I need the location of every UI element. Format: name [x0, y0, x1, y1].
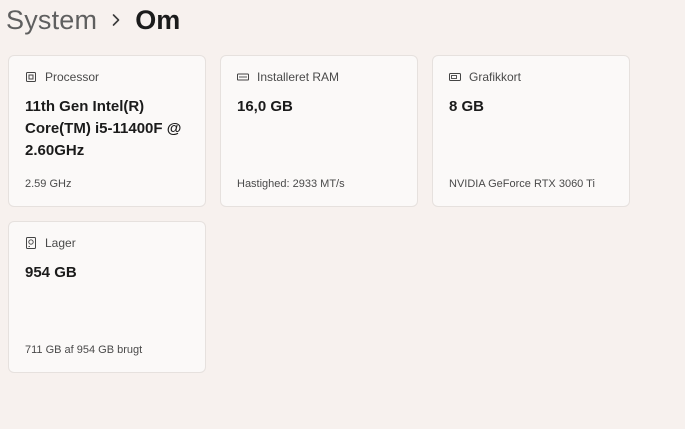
ram-card: Installeret RAM 16,0 GB Hastighed: 2933 … — [220, 55, 418, 207]
graphics-name: NVIDIA GeForce RTX 3060 Ti — [449, 178, 595, 190]
graphics-label: Grafikkort — [469, 70, 522, 84]
ram-label: Installeret RAM — [257, 70, 340, 84]
page-title: Om — [135, 4, 181, 35]
ram-icon — [237, 71, 249, 83]
storage-label: Lager — [45, 236, 76, 250]
storage-value: 954 GB — [25, 264, 77, 281]
processor-card: Processor 11th Gen Intel(R) Core(TM) i5-… — [8, 55, 206, 207]
storage-usage: 711 GB af 954 GB brugt — [25, 344, 143, 356]
storage-icon — [25, 237, 37, 249]
processor-value: 11th Gen Intel(R) Core(TM) i5-11400F @ 2… — [25, 98, 182, 159]
graphics-card-icon — [449, 71, 461, 83]
graphics-value: 8 GB — [449, 98, 485, 115]
storage-card: Lager 954 GB 711 GB af 954 GB brugt — [8, 221, 206, 373]
processor-icon — [25, 71, 37, 83]
graphics-card: Grafikkort 8 GB NVIDIA GeForce RTX 3060 … — [432, 55, 630, 207]
processor-label: Processor — [45, 70, 100, 84]
breadcrumb-parent-system[interactable]: System — [6, 5, 97, 36]
ram-value: 16,0 GB — [237, 98, 293, 115]
chevron-right-icon — [101, 0, 131, 40]
processor-speed: 2.59 GHz — [25, 178, 72, 190]
breadcrumb: System Om — [6, 0, 180, 40]
ram-speed: Hastighed: 2933 MT/s — [237, 178, 345, 190]
